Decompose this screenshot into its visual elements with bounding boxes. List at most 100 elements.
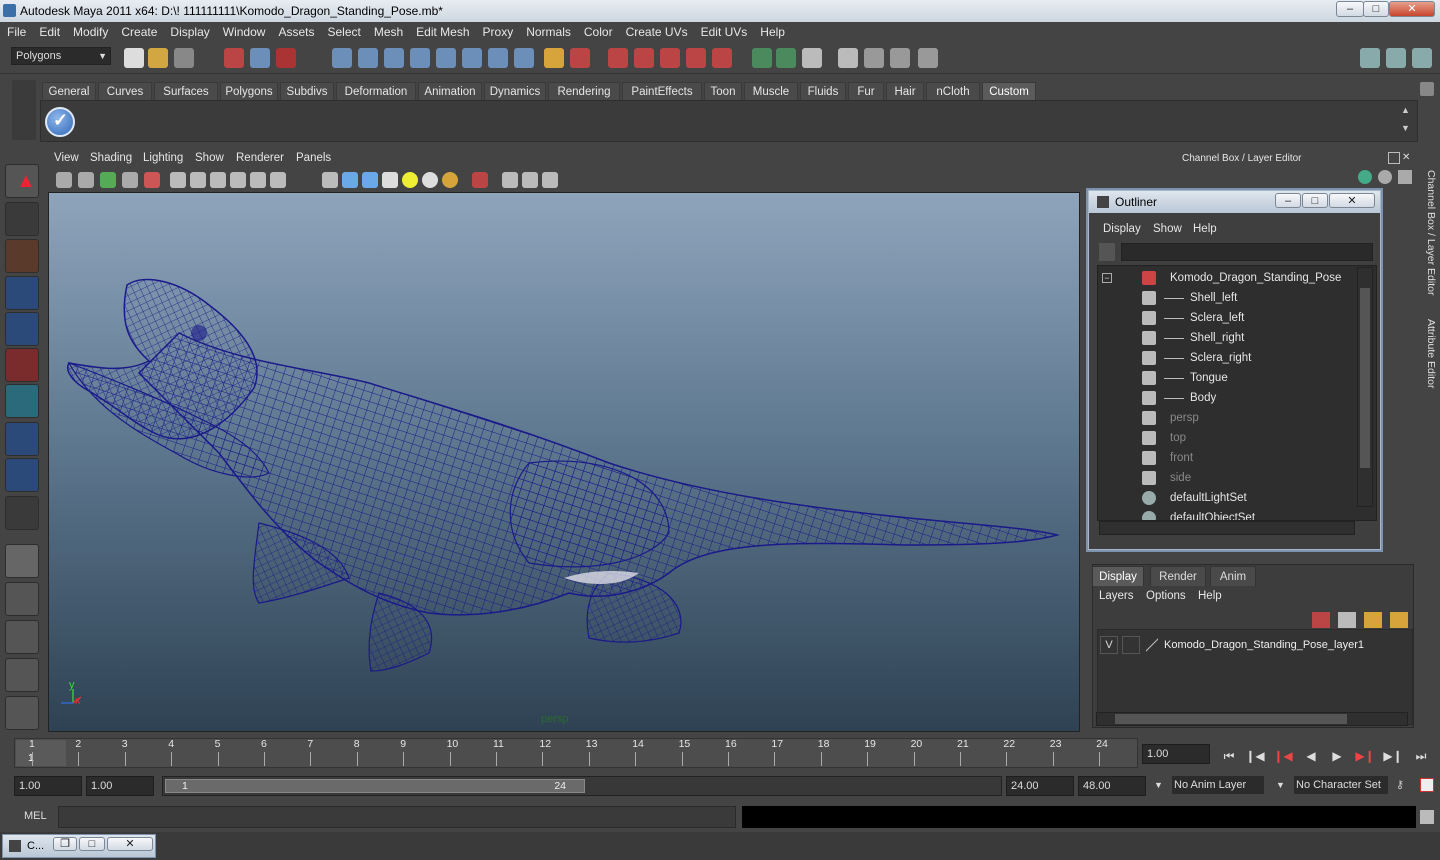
viewport-menu-panels[interactable]: Panels	[296, 152, 331, 164]
current-time-field[interactable]: 1.00	[1142, 744, 1210, 764]
range-slider-track[interactable]: 1 24	[162, 776, 1002, 796]
shelf-tab-deformation[interactable]: Deformation	[336, 82, 416, 100]
outliner-item[interactable]: Sclera_left	[1098, 308, 1358, 328]
viewport-menu-show[interactable]: Show	[195, 152, 224, 164]
show-channel-box-icon[interactable]	[1412, 48, 1432, 68]
new-scene-icon[interactable]	[124, 48, 144, 68]
layer-name[interactable]: Komodo_Dragon_Standing_Pose_layer1	[1164, 639, 1364, 651]
shelf-tab-toon[interactable]: Toon	[704, 82, 742, 100]
playback-start-field[interactable]: 1.00	[86, 776, 154, 796]
graph-layout-icon[interactable]	[5, 658, 39, 692]
shelf-tab-subdivs[interactable]: Subdivs	[280, 82, 334, 100]
shelf-tab-fluids[interactable]: Fluids	[800, 82, 846, 100]
select-tool-icon[interactable]: ▲	[5, 164, 39, 198]
new-layer-icon[interactable]	[1364, 612, 1382, 628]
soft-modification-icon[interactable]	[5, 422, 39, 456]
menu-select[interactable]: Select	[320, 22, 366, 42]
select-hierarchy-icon[interactable]	[224, 48, 244, 68]
xray-joints-icon[interactable]	[502, 172, 518, 188]
grid-toggle-icon[interactable]	[122, 172, 138, 188]
select-uv-icon[interactable]	[436, 48, 456, 68]
hypershade-layout-icon[interactable]	[5, 696, 39, 730]
outliner-item[interactable]: Shell_left	[1098, 288, 1358, 308]
menu-color[interactable]: Color	[577, 22, 619, 42]
wireframe-on-shaded-icon[interactable]	[210, 172, 226, 188]
viewport-menu-shading[interactable]: Shading	[90, 152, 132, 164]
key-icon[interactable]: ⚷	[1396, 778, 1412, 792]
snap-curve-icon[interactable]	[634, 48, 654, 68]
viewport-menu-lighting[interactable]: Lighting	[143, 152, 183, 164]
isolate-select-icon[interactable]	[472, 172, 488, 188]
outliner-item[interactable]: Tongue	[1098, 368, 1358, 388]
select-vertex-icon[interactable]	[358, 48, 378, 68]
select-edge-icon[interactable]	[384, 48, 404, 68]
outliner-vertical-scrollbar[interactable]	[1357, 267, 1373, 507]
highlight-selection-icon[interactable]	[570, 48, 590, 68]
camera-attributes-icon[interactable]	[56, 172, 72, 188]
shelf-scroll-down-icon[interactable]: ▼	[1401, 123, 1415, 137]
outliner-search-field[interactable]	[1121, 243, 1373, 261]
input-output-icon[interactable]	[752, 48, 772, 68]
select-misc-icon[interactable]	[462, 48, 482, 68]
float-panel-icon[interactable]	[1388, 152, 1400, 164]
layer-template-toggle[interactable]	[1122, 636, 1140, 654]
layer-color-swatch[interactable]	[1146, 638, 1158, 652]
text-icon[interactable]	[270, 172, 286, 188]
layer-tab-display[interactable]: Display	[1092, 566, 1144, 586]
select-object-icon[interactable]	[250, 48, 270, 68]
layer-menu-layers[interactable]: Layers	[1099, 590, 1134, 602]
play-forwards-icon[interactable]: ▶	[1326, 746, 1348, 766]
outliner-menu-show[interactable]: Show	[1153, 223, 1182, 235]
shelf-tab-surfaces[interactable]: Surfaces	[154, 82, 218, 100]
command-input[interactable]	[58, 806, 736, 828]
start-time-field[interactable]: 1.00	[14, 776, 82, 796]
viewport-menu-renderer[interactable]: Renderer	[236, 152, 284, 164]
default-light-icon[interactable]	[402, 172, 418, 188]
shelf-tab-custom[interactable]: Custom	[982, 82, 1036, 100]
viewport-menu-view[interactable]: View	[54, 152, 79, 164]
restore-button[interactable]: ❐	[53, 837, 77, 851]
manipulator-icon[interactable]	[1358, 170, 1372, 184]
shelf-menu-handle[interactable]	[12, 80, 36, 140]
menu-assets[interactable]: Assets	[271, 22, 320, 42]
menu-create[interactable]: Create	[114, 22, 163, 42]
trash-icon[interactable]	[1420, 82, 1434, 96]
layer-tab-anim[interactable]: Anim	[1210, 566, 1256, 586]
outliner-item[interactable]: Body	[1098, 388, 1358, 408]
shelf-tab-animation[interactable]: Animation	[418, 82, 482, 100]
wireframe-icon[interactable]	[170, 172, 186, 188]
maximize-minimized-button[interactable]: □	[79, 837, 105, 851]
character-set-dropdown[interactable]: ▼ No Character Set	[1272, 776, 1390, 796]
outliner-item[interactable]: − Komodo_Dragon_Standing_Pose	[1098, 268, 1358, 288]
minimized-window[interactable]: C... ❐ □ ✕	[2, 834, 156, 858]
outliner-item[interactable]: top	[1098, 428, 1358, 448]
outliner-close-button[interactable]: ✕	[1329, 193, 1375, 208]
hypershade-icon[interactable]	[890, 48, 910, 68]
render-settings-icon[interactable]	[864, 48, 884, 68]
move-layer-up-icon[interactable]	[1312, 612, 1330, 628]
show-attribute-editor-icon[interactable]	[1360, 48, 1380, 68]
outliner-filter-icon[interactable]	[1099, 243, 1115, 261]
checker-icon[interactable]	[382, 172, 398, 188]
outliner-menu-help[interactable]: Help	[1193, 223, 1217, 235]
move-layer-down-icon[interactable]	[1338, 612, 1356, 628]
select-handle-icon[interactable]	[488, 48, 508, 68]
menu-mesh[interactable]: Mesh	[367, 22, 409, 42]
outliner-maximize-button[interactable]: □	[1302, 193, 1328, 208]
shelf-tab-curves[interactable]: Curves	[98, 82, 152, 100]
film-gate-icon[interactable]	[144, 172, 160, 188]
outliner-item[interactable]: front	[1098, 448, 1358, 468]
outliner-scroll-thumb[interactable]	[1360, 288, 1370, 468]
save-scene-icon[interactable]	[174, 48, 194, 68]
attribute-editor-vertical-tab[interactable]: Attribute Editor	[1421, 314, 1437, 394]
pencil-icon[interactable]	[1398, 170, 1412, 184]
outliner-item[interactable]: persp	[1098, 408, 1358, 428]
select-face-icon[interactable]	[410, 48, 430, 68]
render-current-icon[interactable]	[802, 48, 822, 68]
checkmark-icon[interactable]: ✓	[45, 107, 75, 137]
smooth-shade-icon[interactable]	[190, 172, 206, 188]
layer-visibility-toggle[interactable]: V	[1100, 636, 1118, 654]
close-minimized-button[interactable]: ✕	[107, 837, 153, 851]
channel-box-vertical-tab[interactable]: Channel Box / Layer Editor	[1421, 158, 1437, 308]
outliner-layout-icon[interactable]	[5, 620, 39, 654]
